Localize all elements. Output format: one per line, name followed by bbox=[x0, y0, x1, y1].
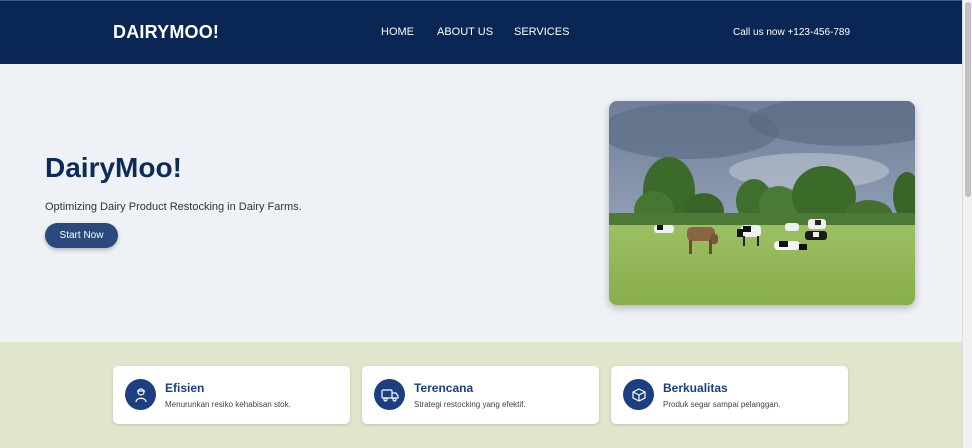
truck-icon bbox=[374, 379, 405, 410]
navbar: DAIRYMOO! HOME ABOUT US SERVICES Call us… bbox=[0, 0, 962, 64]
feature-card-terencana: Terencana Strategi restocking yang efekt… bbox=[362, 366, 599, 424]
nav-home[interactable]: HOME bbox=[381, 26, 414, 38]
feature-card-efisien: Efisien Menurunkan resiko kehabisan stok… bbox=[113, 366, 350, 424]
nav-about-us[interactable]: ABOUT US bbox=[437, 26, 493, 38]
farmer-icon bbox=[125, 379, 156, 410]
call-us-text: Call us now +123-456-789 bbox=[733, 27, 851, 38]
brand-logo[interactable]: DAIRYMOO! bbox=[113, 22, 219, 43]
start-now-button[interactable]: Start Now bbox=[45, 223, 118, 248]
feature-text: Menurunkan resiko kehabisan stok. bbox=[165, 400, 291, 409]
hero-title: DairyMoo! bbox=[45, 152, 182, 183]
feature-title: Efisien bbox=[165, 381, 205, 395]
box-icon bbox=[623, 379, 654, 410]
feature-title: Terencana bbox=[414, 381, 474, 395]
feature-title: Berkualitas bbox=[663, 381, 728, 395]
nav-services[interactable]: SERVICES bbox=[514, 26, 569, 38]
hero-image-cows bbox=[609, 101, 915, 305]
features-section: Efisien Menurunkan resiko kehabisan stok… bbox=[0, 342, 962, 448]
vertical-scrollbar[interactable] bbox=[962, 0, 972, 448]
hero-subtitle: Optimizing Dairy Product Restocking in D… bbox=[45, 201, 302, 213]
feature-text: Produk segar sampai pelanggan. bbox=[663, 400, 781, 409]
feature-card-berkualitas: Berkualitas Produk segar sampai pelangga… bbox=[611, 366, 848, 424]
feature-text: Strategi restocking yang efektif. bbox=[414, 400, 526, 409]
hero-section: DairyMoo! Optimizing Dairy Product Resto… bbox=[0, 64, 962, 342]
scrollbar-thumb[interactable] bbox=[965, 2, 971, 197]
